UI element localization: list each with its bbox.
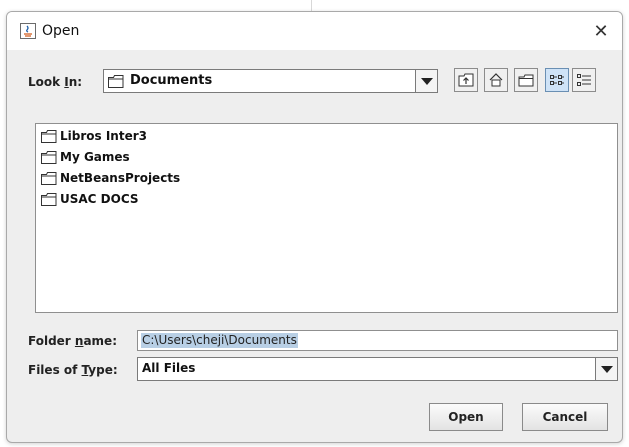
title-bar[interactable]: Open ✕ (7, 12, 622, 50)
open-button[interactable]: Open (429, 403, 503, 431)
folder-name-input[interactable]: C:\Users\cheji\Documents (137, 330, 618, 351)
list-view-button[interactable] (545, 68, 569, 92)
folder-icon (41, 193, 57, 206)
look-in-label: Look In: (28, 75, 83, 89)
close-icon: ✕ (593, 21, 609, 41)
file-list[interactable]: Libros Inter3 My Games NetBeansProjects … (35, 123, 618, 313)
files-of-type-dropdown-arrow[interactable] (595, 358, 617, 380)
dialog-title: Open (42, 23, 80, 39)
folder-icon (108, 75, 124, 88)
details-view-button[interactable] (572, 68, 596, 92)
create-new-folder-button[interactable] (514, 68, 538, 92)
file-name: USAC DOCS (60, 192, 139, 206)
look-in-combo[interactable]: Documents (103, 69, 438, 93)
details-view-icon (577, 74, 591, 86)
list-view-icon (550, 75, 564, 85)
look-in-value: Documents (130, 73, 213, 88)
look-in-dropdown-arrow[interactable] (415, 70, 437, 92)
home-button[interactable] (484, 68, 508, 92)
home-icon (489, 73, 503, 87)
file-name: Libros Inter3 (60, 129, 147, 143)
new-folder-icon (518, 74, 534, 87)
close-button[interactable]: ✕ (590, 20, 612, 42)
files-of-type-value: All Files (142, 361, 196, 375)
files-of-type-label: Files of Type: (28, 363, 118, 377)
files-of-type-combo[interactable]: All Files (137, 357, 618, 381)
file-name: My Games (60, 150, 130, 164)
folder-name-value: C:\Users\cheji\Documents (141, 333, 298, 348)
folder-icon (41, 130, 57, 143)
java-app-icon (20, 23, 36, 39)
folder-icon (41, 172, 57, 185)
file-name: NetBeansProjects (60, 171, 181, 185)
folder-name-label: Folder name: (28, 334, 117, 348)
folder-icon (41, 151, 57, 164)
open-file-dialog: Open ✕ Look In: Documents Libros Inter3 … (6, 11, 623, 443)
up-folder-icon (458, 73, 474, 87)
cancel-button[interactable]: Cancel (522, 403, 608, 431)
up-one-level-button[interactable] (454, 68, 478, 92)
